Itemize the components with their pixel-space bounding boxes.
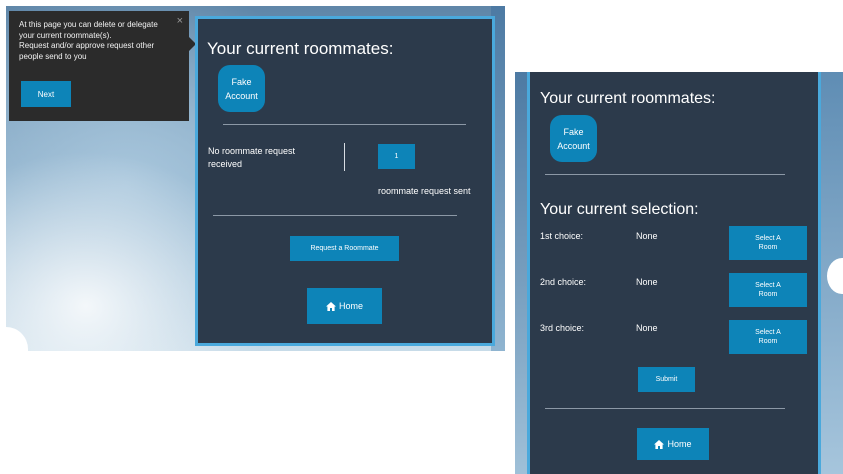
sent-requests-button[interactable]: 1 xyxy=(378,144,415,169)
roommates-title: Your current roommates: xyxy=(540,90,716,107)
roommate-name-line1: Fake xyxy=(563,126,584,137)
roommates-title: Your current roommates: xyxy=(207,39,394,58)
right-screenshot: Your current roommates: Fake Account You… xyxy=(515,72,843,474)
selection-panel: Your current roommates: Fake Account You… xyxy=(527,72,821,474)
home-button[interactable]: Home xyxy=(307,288,382,324)
left-screenshot: At this page you can delete or delegate … xyxy=(6,6,505,351)
select-room-label-line1: Select A xyxy=(755,329,781,336)
sent-requests-label: roommate request sent xyxy=(378,186,471,196)
select-room-button-3[interactable]: Select A Room xyxy=(729,320,807,354)
home-button[interactable]: Home xyxy=(637,428,709,460)
no-request-text: No roommate request received xyxy=(208,145,295,171)
choice-value-2: None xyxy=(636,277,658,287)
select-room-button-1[interactable]: Select A Room xyxy=(729,226,807,260)
onboarding-tooltip: At this page you can delete or delegate … xyxy=(9,11,196,121)
roommate-avatar[interactable]: Fake Account xyxy=(218,65,265,112)
select-room-label-line1: Select A xyxy=(755,282,781,289)
choice-value-1: None xyxy=(636,231,658,241)
no-request-line1: No roommate request xyxy=(208,146,296,156)
divider xyxy=(545,174,785,175)
request-roommate-button[interactable]: Request a Roommate xyxy=(290,236,399,261)
home-icon xyxy=(654,439,665,449)
roommates-panel: Your current roommates: Fake Account No … xyxy=(195,16,495,346)
roommate-name-line2: Account xyxy=(225,90,258,101)
choice-label-2: 2nd choice: xyxy=(540,277,587,287)
tooltip-line: your current roommate(s). xyxy=(19,30,112,40)
roommate-avatar[interactable]: Fake Account xyxy=(550,115,597,162)
tooltip-text: At this page you can delete or delegate … xyxy=(19,20,169,62)
submit-button[interactable]: Submit xyxy=(638,367,695,392)
vertical-divider xyxy=(344,143,345,171)
background-glow xyxy=(6,327,28,351)
divider xyxy=(213,215,457,216)
select-room-label-line1: Select A xyxy=(755,235,781,242)
roommate-name-line1: Fake xyxy=(231,76,252,87)
home-label: Home xyxy=(338,300,363,311)
tooltip-line: At this page you can delete or delegate xyxy=(19,20,158,29)
home-icon xyxy=(325,301,336,311)
choice-label-3: 3rd choice: xyxy=(540,323,585,333)
divider xyxy=(223,124,466,125)
no-request-line2: received xyxy=(208,159,243,169)
select-room-label-line2: Room xyxy=(758,244,778,251)
select-room-label-line2: Room xyxy=(758,338,778,345)
roommate-name-line2: Account xyxy=(557,140,590,151)
tooltip-line: Request and/or approve request other xyxy=(19,41,155,50)
close-icon[interactable]: × xyxy=(177,15,183,27)
home-label: Home xyxy=(667,438,692,449)
tooltip-line: people send to you xyxy=(19,51,87,61)
choice-value-3: None xyxy=(636,323,658,333)
next-button[interactable]: Next xyxy=(21,81,71,107)
choice-label-1: 1st choice: xyxy=(540,231,584,241)
divider xyxy=(545,408,785,409)
select-room-label-line2: Room xyxy=(758,291,778,298)
select-room-button-2[interactable]: Select A Room xyxy=(729,273,807,307)
selection-title: Your current selection: xyxy=(540,201,699,218)
